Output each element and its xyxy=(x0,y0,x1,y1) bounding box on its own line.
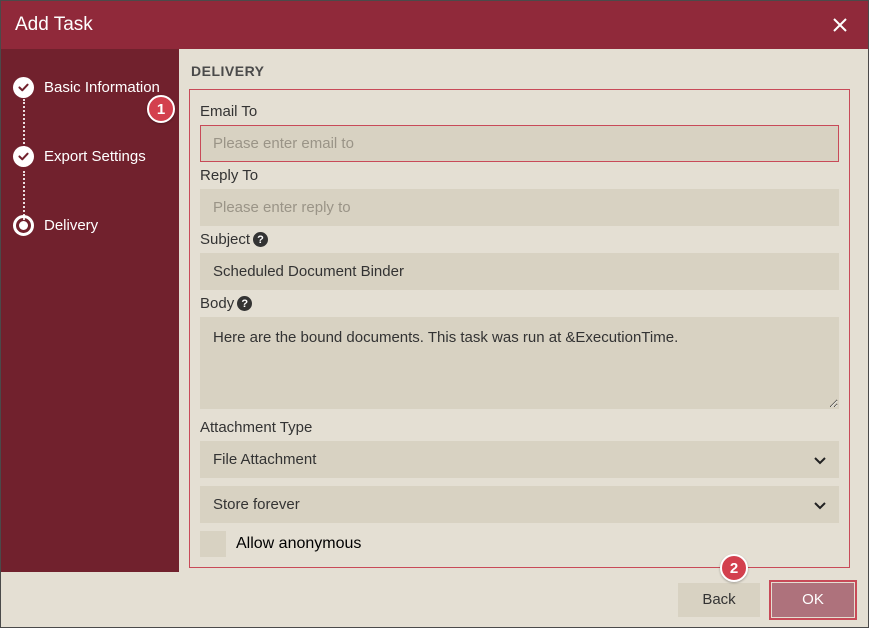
body-label: Body ? xyxy=(200,295,839,312)
attachment-type-label: Attachment Type xyxy=(200,419,839,436)
chevron-down-icon xyxy=(814,497,826,513)
store-duration-select[interactable]: Store forever xyxy=(200,486,839,523)
radio-current-icon xyxy=(13,215,34,236)
help-icon[interactable]: ? xyxy=(253,232,268,247)
annotation-badge-2: 2 xyxy=(720,554,748,582)
checkbox-icon[interactable] xyxy=(200,531,226,557)
chevron-down-icon xyxy=(814,452,826,468)
allow-anonymous-row[interactable]: Allow anonymous xyxy=(200,531,839,557)
dialog-body: Basic Information Export Settings Delive… xyxy=(1,49,868,572)
content-area: DELIVERY Email To Reply To Subject ? Bod… xyxy=(179,49,868,572)
check-icon xyxy=(13,77,34,98)
step-label: Delivery xyxy=(44,217,98,234)
step-delivery[interactable]: Delivery xyxy=(13,215,167,236)
subject-input[interactable] xyxy=(200,253,839,290)
step-basic-information[interactable]: Basic Information xyxy=(13,77,167,98)
select-value: Store forever xyxy=(213,496,300,513)
check-icon xyxy=(13,146,34,167)
sidebar: Basic Information Export Settings Delive… xyxy=(1,49,179,572)
reply-to-input[interactable] xyxy=(200,189,839,226)
email-to-input[interactable] xyxy=(200,125,839,162)
body-textarea[interactable] xyxy=(200,317,839,409)
step-label: Basic Information xyxy=(44,79,160,96)
allow-anonymous-label: Allow anonymous xyxy=(236,535,361,553)
add-task-window: Add Task Basic Information xyxy=(0,0,869,628)
attachment-type-select[interactable]: File Attachment xyxy=(200,441,839,478)
window-title: Add Task xyxy=(15,14,93,36)
step-export-settings[interactable]: Export Settings xyxy=(13,146,167,167)
delivery-form: Email To Reply To Subject ? Body ? Attac… xyxy=(189,89,850,568)
step-label: Export Settings xyxy=(44,148,146,165)
reply-to-label: Reply To xyxy=(200,167,839,184)
select-value: File Attachment xyxy=(213,451,316,468)
section-title: DELIVERY xyxy=(191,63,850,79)
ok-button[interactable]: OK xyxy=(772,583,854,617)
titlebar: Add Task xyxy=(1,1,868,49)
annotation-badge-1: 1 xyxy=(147,95,175,123)
help-icon[interactable]: ? xyxy=(237,296,252,311)
back-button[interactable]: Back xyxy=(678,583,760,617)
close-icon[interactable] xyxy=(826,11,854,39)
email-to-label: Email To xyxy=(200,103,839,120)
subject-label: Subject ? xyxy=(200,231,839,248)
